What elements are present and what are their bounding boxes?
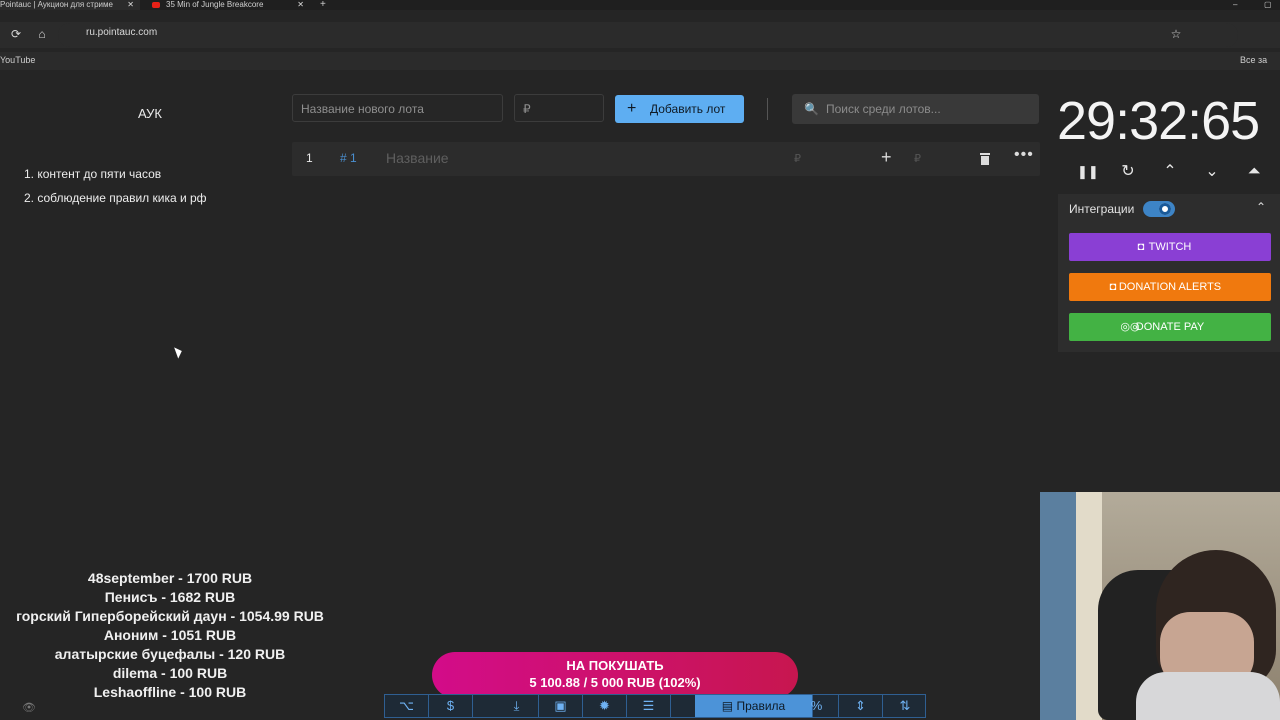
twitch-label: TWITCH [1148, 241, 1192, 253]
add-amount-field[interactable]: ₽ [914, 152, 921, 165]
lot-search-input[interactable]: 🔍 Поиск среди лотов... [792, 94, 1039, 124]
rule-item: 1. контент до пяти часов [24, 167, 162, 181]
lot-amount-input[interactable]: ₽ [514, 94, 604, 122]
goal-progress: 5 100.88 / 5 000 RUB (102%) [529, 675, 701, 690]
search-icon: 🔍 [804, 102, 819, 116]
donate-pay-icon: ◎◎ [1120, 321, 1140, 333]
time-down-icon[interactable]: ⌄ [1202, 162, 1222, 182]
chevron-up-icon[interactable]: ⌃ [1256, 200, 1266, 214]
donor-item: алатырские буцефалы - 120 RUB [54, 646, 286, 662]
mouse-cursor-icon [174, 345, 184, 359]
donation-goal-bar: НА ПОКУШАТЬ 5 100.88 / 5 000 RUB (102%) [432, 652, 798, 698]
bookmarks-bar: YouTube Все за [0, 52, 1280, 70]
add-lot-label: Добавить лот [650, 102, 726, 116]
integrations-toggle[interactable] [1143, 201, 1175, 217]
cam-shirt [1136, 672, 1280, 720]
donor-item: dilema - 100 RUB [112, 665, 228, 681]
rules-icon: ▤ [721, 699, 734, 713]
donation-alerts-button[interactable]: DONATION ALERTS ◘ [1069, 273, 1271, 301]
pause-icon[interactable]: ❚❚ [1077, 162, 1099, 182]
bookmark-star-icon[interactable]: ☆ [1168, 26, 1184, 42]
split-icon[interactable]: ⇕ [839, 695, 883, 717]
browser-tabbar: Pointauc | Аукцион для стриме ✕ 35 Min o… [0, 0, 1280, 10]
github-icon[interactable]: ⌥ [385, 695, 429, 717]
tab-label: 35 Min of Jungle Breakcore [166, 0, 264, 9]
bookmark-youtube[interactable]: YouTube [0, 55, 35, 65]
time-up-icon[interactable]: ⌃ [1160, 162, 1180, 182]
lot-name-field[interactable]: Название [386, 150, 449, 166]
reload-icon[interactable]: ⟳ [8, 26, 24, 42]
plus-icon: + [627, 100, 637, 117]
page-content: АУК 1. контент до пяти часов 2. соблюден… [0, 74, 1280, 720]
tab-pointauc[interactable]: Pointauc | Аукцион для стриме ✕ [0, 0, 140, 10]
tab-close-icon[interactable]: ✕ [127, 0, 134, 10]
bottom-toolbar: ⌥ $ ⤓ ▣ ✹ ☰ ▤ Правила % ⇕ ⇅ [384, 694, 926, 718]
toggle-knob [1159, 203, 1171, 215]
reset-icon[interactable]: ↻ [1118, 162, 1138, 182]
donate-pay-label: DONATE PAY [1135, 321, 1205, 333]
donor-item: 48september - 1700 RUB [87, 570, 253, 586]
percent-icon[interactable]: % [795, 695, 839, 717]
dollar-icon[interactable]: $ [429, 695, 473, 717]
lot-amount-field[interactable]: ₽ [794, 152, 801, 165]
sort-icon[interactable]: ⇅ [883, 695, 927, 717]
donor-item: Аноним - 1051 RUB [103, 627, 237, 643]
twitch-icon: ◘ [1137, 241, 1145, 253]
add-lot-button[interactable]: + Добавить лот [615, 95, 744, 123]
bookmark-all[interactable]: Все за [1240, 55, 1267, 65]
auction-timer: 29:32:65 [1057, 91, 1260, 151]
tab-youtube[interactable]: 35 Min of Jungle Breakcore ✕ [152, 0, 310, 10]
new-tab-button[interactable]: + [320, 0, 334, 10]
more-icon[interactable]: ••• [1014, 146, 1034, 164]
rules-title: АУК [138, 106, 162, 121]
twitch-button[interactable]: TWITCH ◘ [1069, 233, 1271, 261]
time-max-icon[interactable]: ⏶ [1244, 162, 1264, 182]
restore-icon[interactable]: ▢ [1264, 0, 1276, 10]
webcam-overlay [1040, 492, 1280, 720]
eye-icon[interactable]: 👁 [22, 701, 36, 714]
tab-label: Pointauc | Аукцион для стриме [0, 0, 113, 9]
donor-list: 48september - 1700 RUB Пенисъ - 1682 RUB… [0, 569, 400, 702]
donation-alerts-icon: ◘ [1109, 281, 1117, 293]
rule-item: 2. соблюдение правил кика и рф [24, 191, 207, 205]
donor-item: горский Гиперборейский даун - 1054.99 RU… [16, 608, 324, 624]
youtube-icon [152, 1, 160, 8]
cam-curtain [1040, 492, 1076, 720]
add-amount-icon[interactable]: + [881, 147, 892, 168]
save-icon[interactable]: ▣ [539, 695, 583, 717]
home-icon[interactable]: ⌂ [34, 26, 50, 42]
delete-icon[interactable] [979, 152, 991, 165]
address-bar: ⟳ ⌂ ru.pointauc.com ☆ [0, 22, 1280, 48]
donation-alerts-label: DONATION ALERTS [1118, 281, 1222, 293]
tab-close-icon[interactable]: ✕ [297, 0, 304, 10]
goal-title: НА ПОКУШАТЬ [566, 658, 664, 673]
lot-number: 1 [306, 151, 313, 165]
integrations-panel: Интеграции ⌃ TWITCH ◘ DONATION ALERTS ◘ … [1058, 194, 1280, 352]
lot-id: # 1 [340, 151, 357, 165]
lot-row: 1 # 1 Название ₽ + ₽ ••• [292, 142, 1040, 176]
omnibox[interactable] [58, 23, 1238, 47]
search-placeholder: Поиск среди лотов... [826, 102, 941, 116]
rules-list: 1. контент до пяти часов 2. соблюдение п… [24, 162, 207, 210]
bug-icon[interactable]: ✹ [583, 695, 627, 717]
rules-label: Правила [736, 699, 786, 713]
donate-pay-button[interactable]: DONATE PAY ◎◎ [1069, 313, 1271, 341]
download-icon[interactable]: ⤓ [495, 695, 539, 717]
donor-item: Leshaoffline - 100 RUB [93, 684, 247, 700]
integrations-title: Интеграции [1069, 202, 1135, 216]
url-text[interactable]: ru.pointauc.com [86, 27, 157, 38]
toolbar-divider [767, 98, 768, 120]
donor-item: Пенисъ - 1682 RUB [104, 589, 236, 605]
lot-name-input[interactable]: Название нового лота [292, 94, 503, 122]
list-icon[interactable]: ☰ [627, 695, 671, 717]
minimize-icon[interactable]: – [1233, 0, 1245, 10]
